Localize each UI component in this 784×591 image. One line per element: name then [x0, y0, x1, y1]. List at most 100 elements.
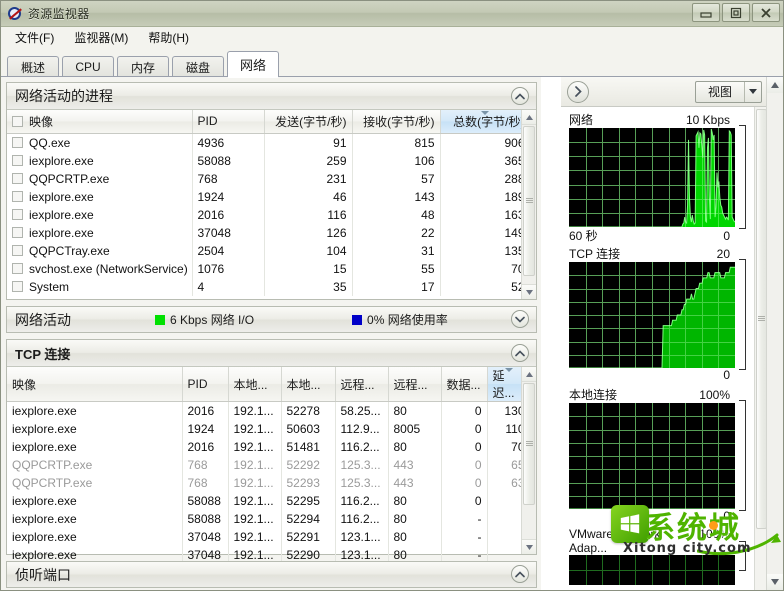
- cell-remote-address: 125.3...: [335, 474, 389, 492]
- table-row[interactable]: svchost.exe (NetworkService)1076155570: [7, 259, 521, 278]
- tab-memory[interactable]: 内存: [117, 56, 169, 77]
- table-row[interactable]: iexplore.exe3704812622149: [7, 223, 521, 242]
- tcp-connections-header[interactable]: TCP 连接: [7, 340, 536, 367]
- vmware-graph-block: VMware Network Adap... 100%: [569, 527, 752, 585]
- scroll-up-icon[interactable]: [767, 77, 783, 93]
- cell-recv: 815: [352, 133, 441, 152]
- table-row[interactable]: iexplore.exe 37048 192.1... 52291 123.1... 80…: [7, 528, 521, 546]
- cell-image: iexplore.exe: [7, 401, 183, 420]
- cell-image: iexplore.exe: [7, 492, 183, 510]
- col-header-image[interactable]: 映像: [7, 110, 193, 134]
- network-activity-bar[interactable]: 网络活动 6 Kbps 网络 I/O 0% 网络使用率: [6, 306, 537, 333]
- row-checkbox[interactable]: [12, 190, 23, 202]
- table-row[interactable]: QQPCRTP.exe 768 192.1... 52292 125.3... 443 0 6…: [7, 456, 521, 474]
- chevron-down-icon[interactable]: [511, 310, 529, 328]
- col-header-local-address[interactable]: 本地...: [228, 367, 282, 402]
- cell-remote-port: 80: [388, 401, 442, 420]
- table-row[interactable]: System4351752: [7, 277, 521, 296]
- local-graph-title: 本地连接: [569, 388, 618, 402]
- scroll-down-icon[interactable]: [522, 284, 536, 299]
- table-row[interactable]: iexplore.exe 58088 192.1... 52295 116.2... 80…: [7, 492, 521, 510]
- window-scrollbar[interactable]: [766, 77, 783, 590]
- cell-image: iexplore.exe: [7, 223, 193, 242]
- title-bar: 资源监视器: [1, 1, 783, 27]
- tcp-connections-rows: iexplore.exe 2016 192.1... 52278 58.25... 80 0…: [7, 401, 521, 582]
- scroll-down-icon[interactable]: [767, 574, 783, 590]
- chevron-up-icon[interactable]: [511, 565, 529, 583]
- network-processes-header[interactable]: 网络活动的进程: [7, 83, 536, 110]
- col-header-image[interactable]: 映像: [7, 367, 183, 402]
- row-checkbox[interactable]: [12, 172, 23, 184]
- cell-send: 104: [264, 241, 353, 260]
- select-all-checkbox[interactable]: [12, 115, 23, 127]
- cell-latency: 65: [487, 456, 521, 474]
- col-header-pid[interactable]: PID: [182, 367, 229, 402]
- menu-help[interactable]: 帮助(H): [140, 28, 197, 48]
- listening-ports-bar[interactable]: 侦听端口: [6, 561, 537, 588]
- scrollbar-thumb[interactable]: [523, 126, 535, 276]
- tab-overview[interactable]: 概述: [7, 56, 59, 77]
- tab-disk[interactable]: 磁盘: [172, 56, 224, 77]
- restore-button[interactable]: [722, 3, 750, 22]
- row-checkbox[interactable]: [12, 154, 23, 166]
- table-row[interactable]: iexplore.exe 58088 192.1... 52294 116.2... 80…: [7, 510, 521, 528]
- cell-total: 365: [440, 151, 521, 170]
- cell-pid: 37048: [192, 223, 265, 242]
- col-header-pid[interactable]: PID: [192, 110, 265, 134]
- window-controls: [692, 3, 780, 22]
- table-row[interactable]: QQPCRTP.exe76823157288: [7, 169, 521, 188]
- table-row[interactable]: iexplore.exe192446143189: [7, 187, 521, 206]
- cell-send: 126: [264, 223, 353, 242]
- view-dropdown[interactable]: 视图: [694, 80, 762, 103]
- table-row[interactable]: iexplore.exe201611648163: [7, 205, 521, 224]
- cell-pid: 58088: [182, 510, 229, 528]
- chevron-up-icon[interactable]: [511, 87, 529, 105]
- row-checkbox[interactable]: [12, 262, 23, 274]
- cell-local-port: 51481: [281, 438, 336, 456]
- cell-pid: 58088: [192, 151, 265, 170]
- row-checkbox[interactable]: [12, 226, 23, 238]
- menu-monitor[interactable]: 监视器(M): [66, 28, 136, 48]
- col-header-total[interactable]: 总数(字节/秒): [440, 110, 521, 134]
- window-title: 资源监视器: [28, 7, 90, 21]
- table-row[interactable]: iexplore.exe 2016 192.1... 52278 58.25... 80 0…: [7, 401, 521, 420]
- graphs-toolbar: 视图: [561, 77, 768, 107]
- scrollbar-thumb[interactable]: [523, 383, 535, 505]
- menu-file[interactable]: 文件(F): [7, 28, 62, 48]
- table-row[interactable]: QQ.exe493691815906: [7, 133, 521, 152]
- row-checkbox[interactable]: [12, 244, 23, 256]
- table-row[interactable]: iexplore.exe 2016 192.1... 51481 116.2... 80 0…: [7, 438, 521, 456]
- scroll-up-icon[interactable]: [522, 110, 536, 125]
- cell-remote-address: 112.9...: [335, 420, 389, 438]
- chevron-down-icon[interactable]: [744, 81, 761, 102]
- axis-bracket: [739, 259, 746, 370]
- chevron-right-icon[interactable]: [567, 80, 589, 103]
- tab-network[interactable]: 网络: [227, 51, 280, 78]
- table-row[interactable]: QQPCTray.exe250410431135: [7, 241, 521, 260]
- row-checkbox[interactable]: [12, 208, 23, 220]
- cell-recv: 106: [352, 151, 441, 170]
- chevron-up-icon[interactable]: [511, 344, 529, 362]
- table-row[interactable]: iexplore.exe58088259106365: [7, 151, 521, 170]
- col-header-remote-port[interactable]: 远程...: [388, 367, 442, 402]
- cell-local-port: 52291: [281, 528, 336, 546]
- processes-scrollbar[interactable]: [521, 110, 536, 299]
- close-button[interactable]: [752, 3, 780, 22]
- scroll-down-icon[interactable]: [522, 539, 536, 554]
- row-checkbox[interactable]: [12, 136, 23, 148]
- table-row[interactable]: QQPCRTP.exe 768 192.1... 52293 125.3... 443 0 6…: [7, 474, 521, 492]
- cell-send: 259: [264, 151, 353, 170]
- col-header-send[interactable]: 发送(字节/秒): [264, 110, 353, 134]
- scroll-up-icon[interactable]: [522, 367, 536, 382]
- tab-cpu[interactable]: CPU: [62, 56, 114, 77]
- tcp-scrollbar[interactable]: [521, 367, 536, 554]
- col-header-remote-address[interactable]: 远程...: [335, 367, 389, 402]
- col-header-recv[interactable]: 接收(字节/秒): [352, 110, 441, 134]
- row-checkbox[interactable]: [12, 280, 23, 292]
- col-header-packet-loss[interactable]: 数据...: [441, 367, 488, 402]
- minimize-button[interactable]: [692, 3, 720, 22]
- tcp-graph-ymin: 0: [723, 368, 730, 382]
- col-header-local-port[interactable]: 本地...: [281, 367, 336, 402]
- col-header-latency[interactable]: 延迟...: [487, 367, 521, 402]
- table-row[interactable]: iexplore.exe 1924 192.1... 50603 112.9... 800…: [7, 420, 521, 438]
